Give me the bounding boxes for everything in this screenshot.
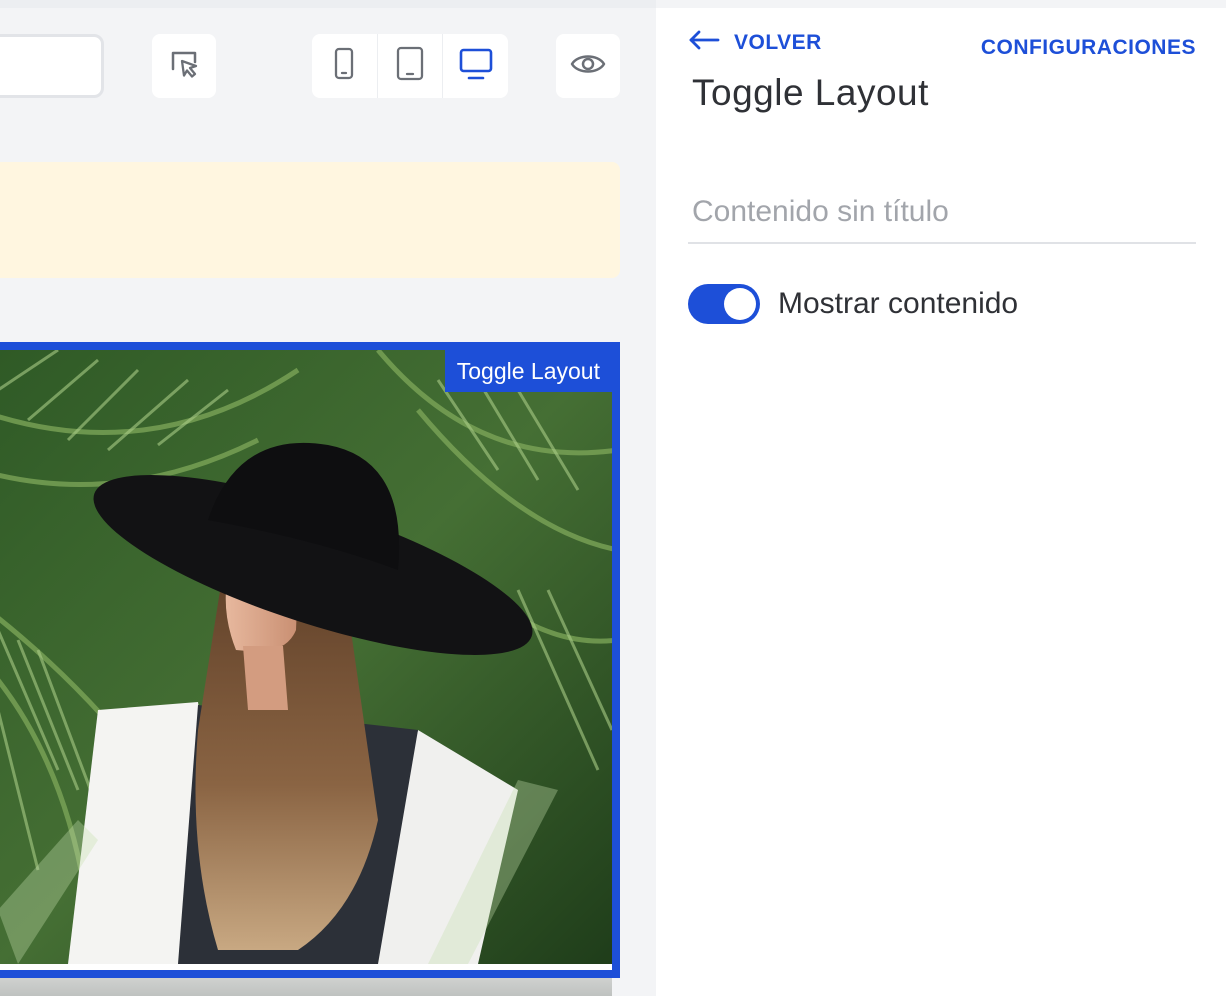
back-button[interactable]: VOLVER: [688, 30, 822, 56]
editor-canvas: Toggle Layout: [0, 0, 656, 996]
page-name-input[interactable]: [0, 34, 104, 98]
arrow-left-icon: [688, 30, 720, 56]
desktop-icon: [458, 47, 494, 86]
settings-link[interactable]: CONFIGURACIONES: [981, 36, 1196, 60]
panel-top-strip: [656, 0, 1226, 8]
show-content-toggle[interactable]: [688, 284, 760, 324]
panel-title: Toggle Layout: [692, 72, 929, 113]
content-title-input[interactable]: [688, 182, 1196, 244]
toggle-layout-block[interactable]: Toggle Layout: [0, 342, 620, 978]
announcement-banner-block[interactable]: [0, 162, 620, 278]
show-content-toggle-row: Mostrar contenido: [688, 284, 1018, 324]
back-label: VOLVER: [734, 31, 822, 54]
toggle-knob: [724, 288, 756, 320]
mobile-icon: [332, 47, 356, 86]
cursor-select-icon: [167, 47, 201, 86]
hero-image: [0, 350, 612, 964]
preview-button[interactable]: [556, 34, 620, 98]
next-block-preview: [0, 978, 612, 996]
mobile-view-button[interactable]: [312, 34, 378, 98]
settings-panel: VOLVER CONFIGURACIONES Toggle Layout Mos…: [656, 0, 1226, 996]
device-switcher: [312, 34, 508, 98]
selected-block-tag: Toggle Layout: [444, 350, 612, 392]
tablet-view-button[interactable]: [378, 34, 444, 98]
canvas-top-strip: [0, 0, 656, 8]
desktop-view-button[interactable]: [443, 34, 508, 98]
tablet-icon: [395, 46, 425, 87]
select-tool-button[interactable]: [152, 34, 216, 98]
eye-icon: [570, 51, 606, 82]
show-content-label: Mostrar contenido: [778, 287, 1019, 320]
